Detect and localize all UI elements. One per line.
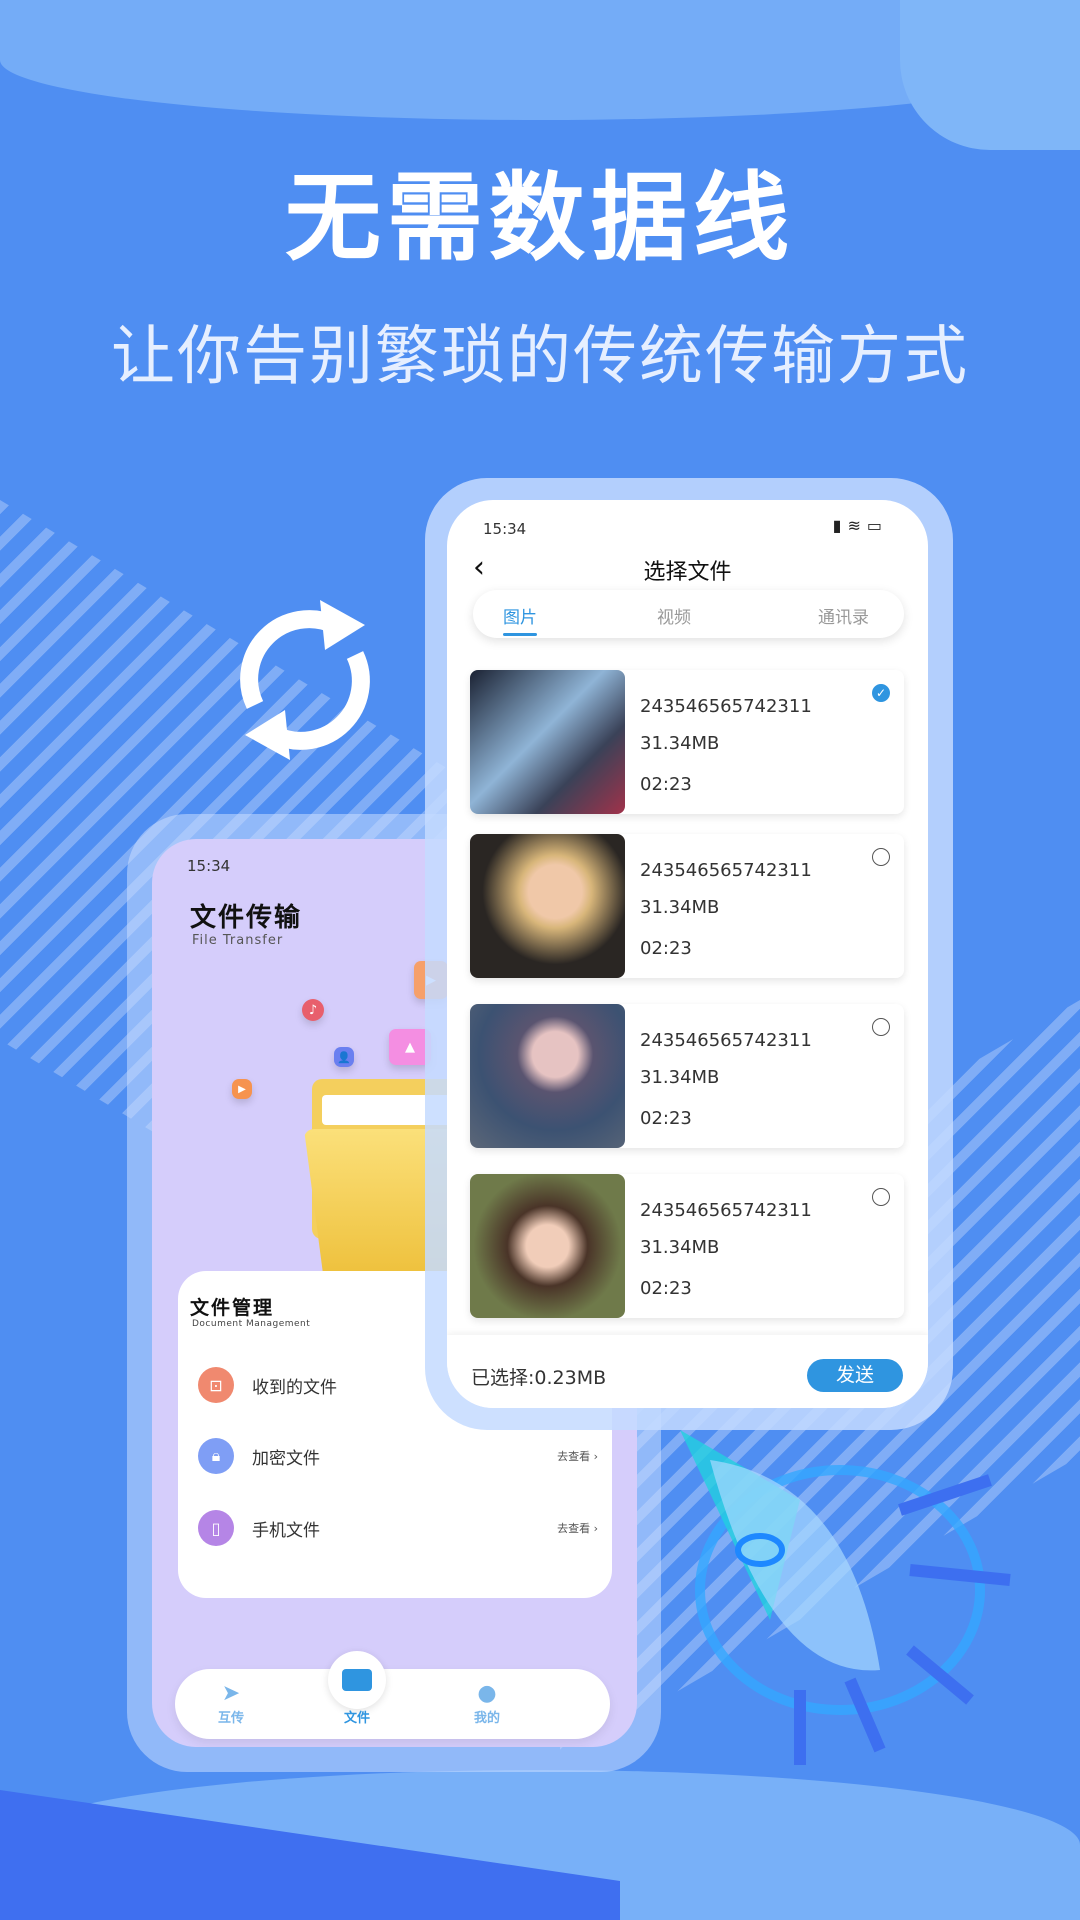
selected-size: 已选择:0.23MB (471, 1367, 607, 1389)
right-phone-screen: 15:34 ▮≋▭ ‹ 选择文件 图片 视频 通讯录 2435465657423… (447, 500, 928, 1408)
headline: 无需数据线 (285, 162, 795, 274)
nav-mine[interactable]: ● 我的 (457, 1681, 517, 1726)
subheadline: 让你告别繁琐的传统传输方式 (111, 320, 969, 394)
send-button[interactable]: 发送 (807, 1359, 903, 1392)
card-title: 文件管理 (190, 1297, 275, 1319)
battery-icon: ▭ (866, 516, 888, 535)
file-name: 243546565742311 (640, 696, 812, 717)
menu-item-label: 手机文件 (252, 1520, 320, 1541)
checkbox[interactable] (872, 848, 890, 866)
chat-face-icon: ● (477, 1681, 497, 1706)
nav-files-button[interactable] (328, 1651, 386, 1709)
file-size: 31.34MB (640, 733, 720, 754)
file-time: 02:23 (640, 1108, 692, 1129)
file-name: 243546565742311 (640, 860, 812, 881)
contact-icon: 👤 (334, 1047, 354, 1067)
status-icons: ▮≋▭ (833, 516, 888, 535)
file-row[interactable]: 243546565742311 31.34MB 02:23 (470, 1004, 904, 1148)
menu-item-encrypted-files[interactable]: 🔒︎ 加密文件 去查看 › (198, 1436, 598, 1476)
file-thumbnail (470, 1004, 625, 1148)
file-row[interactable]: 243546565742311 31.34MB 02:23 ✓ (470, 670, 904, 814)
tab-images[interactable]: 图片 (503, 603, 537, 636)
status-time: 15:34 (187, 857, 231, 875)
folder-icon (342, 1669, 372, 1691)
page-title: 选择文件 (643, 560, 732, 585)
refresh-arrows-icon (240, 600, 370, 760)
nav-label: 我的 (473, 1711, 500, 1726)
view-link[interactable]: 去查看 › (557, 1448, 598, 1464)
bottom-nav: ➤ 互传 文件 ● 我的 (175, 1651, 610, 1739)
status-time: 15:34 (483, 520, 527, 538)
file-name: 243546565742311 (640, 1030, 812, 1051)
tab-contacts[interactable]: 通讯录 (818, 603, 869, 628)
checkbox[interactable] (872, 1188, 890, 1206)
phone-icon: ▯ (198, 1510, 234, 1546)
file-row[interactable]: 243546565742311 31.34MB 02:23 (470, 1174, 904, 1318)
checkbox-checked[interactable]: ✓ (872, 684, 890, 702)
file-thumbnail (470, 670, 625, 814)
file-thumbnail (470, 834, 625, 978)
rocket-icon (680, 1430, 1011, 1765)
tab-bar: 图片 视频 通讯录 (473, 590, 904, 638)
card-subtitle: Document Management (192, 1319, 311, 1329)
page-subtitle: File Transfer (192, 933, 284, 948)
selection-bar: 已选择:0.23MB 发送 (447, 1335, 928, 1408)
page-title: 文件传输 (190, 903, 303, 933)
file-time: 02:23 (640, 1278, 692, 1299)
tab-videos[interactable]: 视频 (657, 603, 691, 628)
background-blob (900, 0, 1080, 150)
paper-plane-icon: ➤ (221, 1681, 241, 1706)
lock-icon: 🔒︎ (198, 1438, 234, 1474)
file-size: 31.34MB (640, 897, 720, 918)
file-time: 02:23 (640, 938, 692, 959)
file-size: 31.34MB (640, 1067, 720, 1088)
checkbox[interactable] (872, 1018, 890, 1036)
menu-item-phone-files[interactable]: ▯ 手机文件 去查看 › (198, 1508, 598, 1548)
nav-files-label[interactable]: 文件 (327, 1707, 387, 1726)
view-link[interactable]: 去查看 › (557, 1520, 598, 1536)
play-icon: ▶ (232, 1079, 252, 1099)
file-row[interactable]: 243546565742311 31.34MB 02:23 (470, 834, 904, 978)
file-name: 243546565742311 (640, 1200, 812, 1221)
wifi-icon: ≋ (847, 516, 867, 535)
signal-icon: ▮ (832, 516, 848, 535)
file-time: 02:23 (640, 774, 692, 795)
file-thumbnail (470, 1174, 625, 1318)
nav-transfer[interactable]: ➤ 互传 (201, 1681, 261, 1726)
inbox-folder-icon: ⊡ (198, 1367, 234, 1403)
menu-item-label: 加密文件 (252, 1448, 320, 1469)
nav-label: 互传 (217, 1711, 244, 1726)
music-icon: ♪ (302, 999, 324, 1021)
file-size: 31.34MB (640, 1237, 720, 1258)
